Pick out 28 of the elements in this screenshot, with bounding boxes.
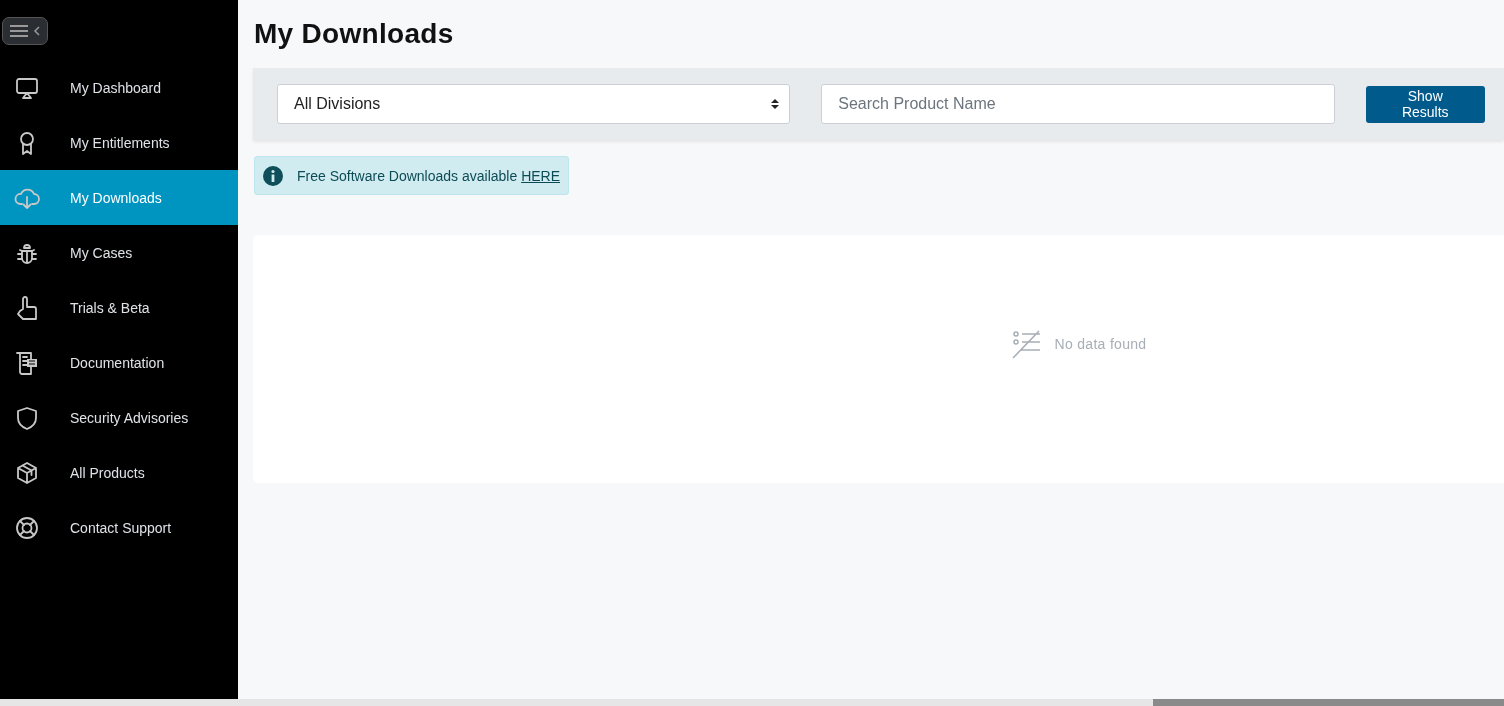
sidebar-item[interactable]: My Downloads <box>0 170 238 225</box>
horizontal-scrollbar[interactable] <box>0 699 1504 706</box>
sidebar-item[interactable]: My Cases <box>0 225 238 280</box>
show-results-button[interactable]: Show Results <box>1365 85 1485 123</box>
menu-icon <box>9 24 29 38</box>
lifebuoy-icon <box>14 514 40 541</box>
shield-icon <box>14 404 40 431</box>
page-title: My Downloads <box>254 18 455 51</box>
sort-caret-icon <box>771 98 780 110</box>
division-dropdown[interactable]: All Divisions <box>277 84 791 124</box>
here-link[interactable]: HERE <box>521 167 561 184</box>
sidebar-item[interactable]: Trials & Beta <box>0 280 238 335</box>
sidebar-item[interactable]: Contact Support <box>0 500 238 555</box>
cube-icon <box>14 459 40 486</box>
info-icon <box>263 165 283 186</box>
empty-list-icon <box>1010 329 1043 359</box>
sidebar-item[interactable]: All Products <box>0 445 238 500</box>
sidebar-item[interactable]: Security Advisories <box>0 390 238 445</box>
sidebar-toggle-button[interactable] <box>2 17 48 45</box>
search-field[interactable]: Search Product Name <box>821 84 1335 124</box>
alert-message: Free Software Downloads available HERE <box>297 167 561 184</box>
pointing-hand-icon <box>14 294 40 321</box>
document-chat-icon <box>14 349 40 376</box>
sidebar-item[interactable]: Documentation <box>0 335 238 390</box>
empty-message: No data found <box>1054 336 1147 352</box>
sidebar-item[interactable]: My Entitlements <box>0 115 238 170</box>
chevron-left-icon <box>33 26 41 36</box>
sidebar-item[interactable]: My Dashboard <box>0 60 238 115</box>
